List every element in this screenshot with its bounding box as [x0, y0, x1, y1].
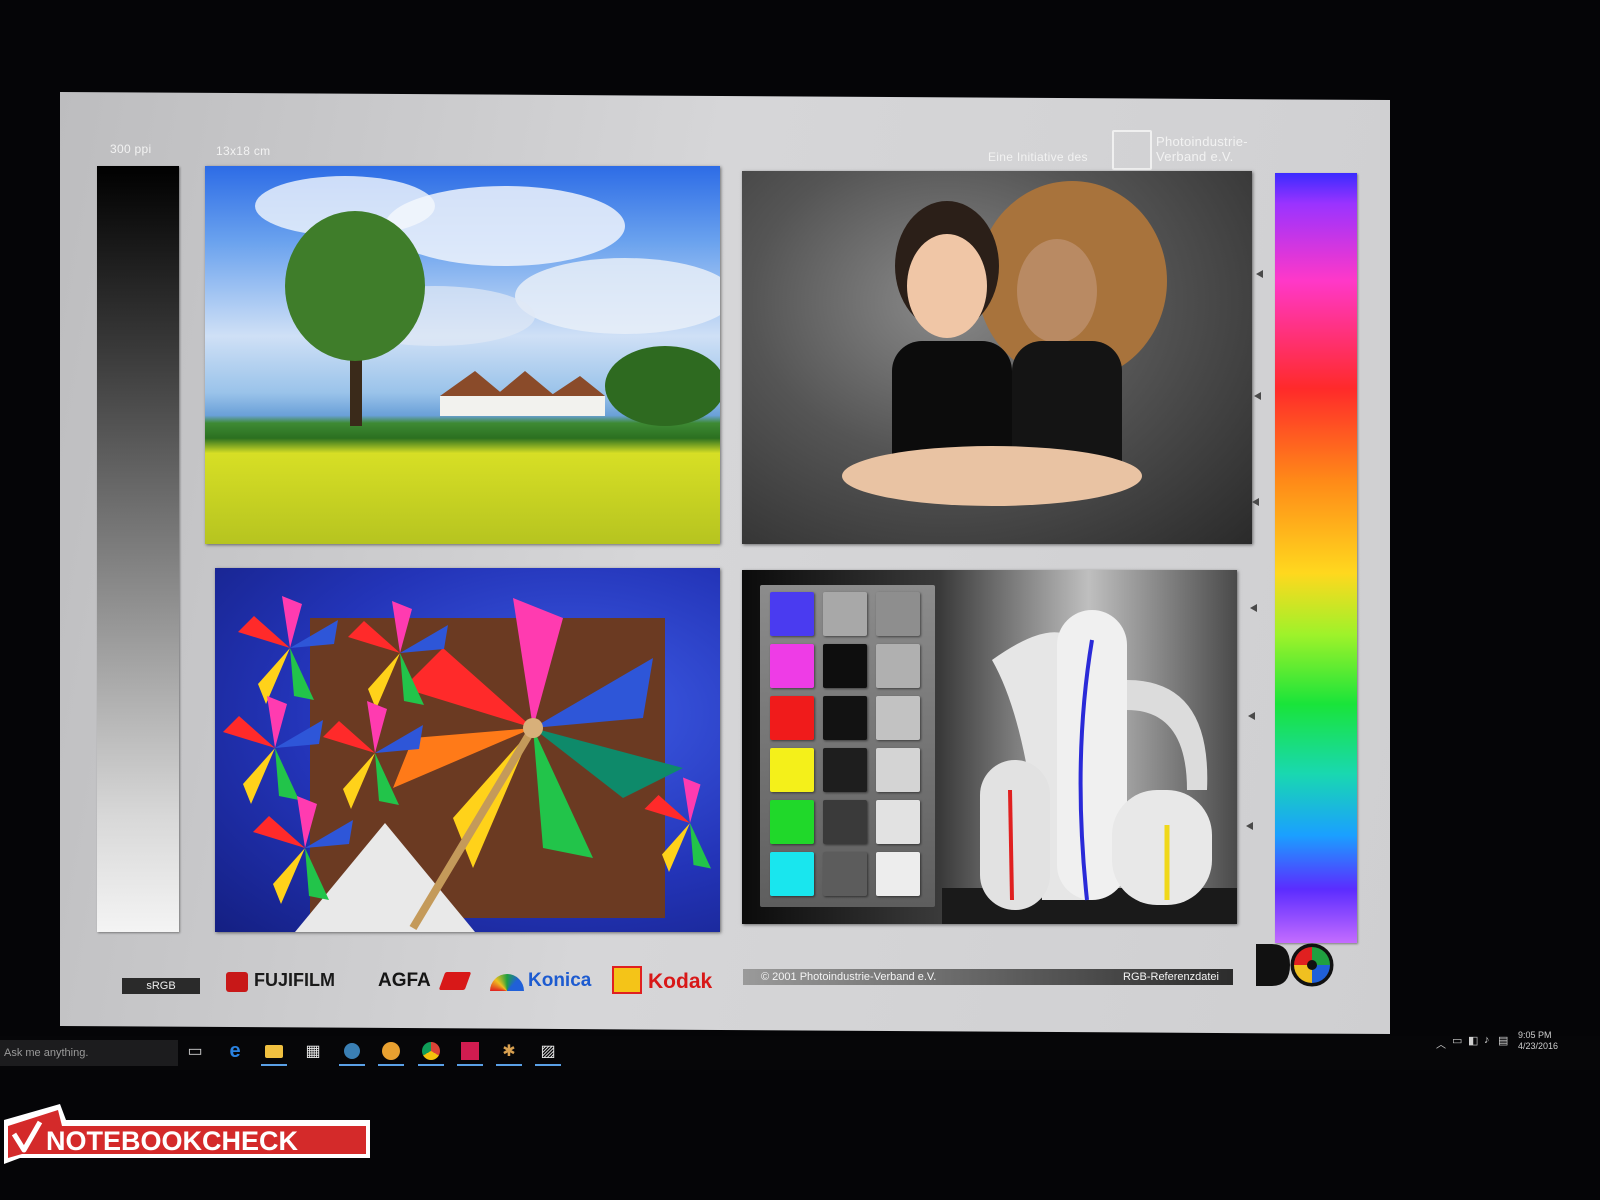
color-patch: [876, 644, 920, 688]
konica-logo: Konica: [528, 970, 592, 991]
association-logo-icon: [1112, 130, 1152, 170]
kodak-logo-icon: [612, 966, 642, 994]
pinwheel-illustration: [223, 596, 711, 932]
color-patch: [823, 696, 867, 740]
spectrum-gradient-bar: [1275, 173, 1357, 943]
kodak-logo: Kodak: [648, 970, 713, 993]
file-label: RGB-Referenzdatei: [1123, 971, 1219, 983]
spectrum-tick-marker: [1252, 498, 1259, 506]
color-patch: [876, 696, 920, 740]
association-name-line1: Photoindustrie-: [1156, 134, 1248, 149]
tray-overflow-icon[interactable]: ︿: [1436, 1036, 1446, 1051]
resolution-label: 300 ppi: [110, 142, 152, 156]
color-patch: [823, 852, 867, 896]
notification-icon[interactable]: ▤: [1498, 1034, 1508, 1047]
spectrum-tick-marker: [1250, 604, 1257, 612]
chrome-icon[interactable]: [416, 1038, 446, 1066]
color-patch: [876, 852, 920, 896]
game-icon[interactable]: ✱: [494, 1038, 524, 1066]
copyright-bar: © 2001 Photoindustrie-Verband e.V. RGB-R…: [743, 969, 1233, 985]
photoshop-icon[interactable]: [455, 1038, 485, 1066]
spectrum-tick-marker: [1248, 712, 1255, 720]
task-view-icon[interactable]: ▭: [180, 1038, 210, 1064]
spectrum-tick-marker: [1246, 822, 1253, 830]
color-patch: [876, 748, 920, 792]
fujifilm-logo: FUJIFILM: [254, 970, 335, 990]
color-patches: [770, 592, 930, 902]
clock-date[interactable]: 4/23/2016: [1518, 1041, 1558, 1051]
portrait-illustration: [842, 181, 1167, 506]
color-patch: [770, 852, 814, 896]
association-name: Photoindustrie- Verband e.V.: [1156, 134, 1248, 164]
color-patch: [770, 592, 814, 636]
clock-time[interactable]: 9:05 PM: [1518, 1030, 1552, 1040]
copyright-text: © 2001 Photoindustrie-Verband e.V.: [761, 971, 937, 983]
agfa-logo: AGFA: [378, 970, 431, 991]
photos-icon[interactable]: ▨: [533, 1038, 563, 1066]
color-patch: [823, 748, 867, 792]
color-patch: [823, 644, 867, 688]
notebookcheck-watermark: NOTEBOOKCHECK: [4, 1104, 370, 1164]
pinwheel-photo: [215, 568, 720, 932]
landscape-photo: [205, 166, 720, 544]
color-patch: [770, 696, 814, 740]
color-patch: [770, 644, 814, 688]
association-name-line2: Verband e.V.: [1156, 149, 1234, 164]
color-patch: [876, 592, 920, 636]
color-patch: [823, 592, 867, 636]
initiative-label: Eine Initiative des: [988, 150, 1088, 164]
network-icon[interactable]: ◧: [1468, 1034, 1478, 1047]
color-patch: [770, 748, 814, 792]
search-input[interactable]: Ask me anything.: [0, 1040, 178, 1066]
steam-icon[interactable]: [337, 1038, 367, 1066]
color-patch: [823, 800, 867, 844]
notebookcheck-text: NOTEBOOKCHECK: [46, 1126, 299, 1156]
portrait-photo: [742, 171, 1252, 544]
dq-logo-icon: [1256, 943, 1334, 987]
store-icon[interactable]: ▦: [298, 1038, 328, 1064]
srgb-label: sRGB: [122, 978, 200, 994]
app-icon[interactable]: [376, 1038, 406, 1066]
edge-icon[interactable]: e: [220, 1038, 250, 1064]
size-label: 13x18 cm: [216, 144, 271, 158]
landscape-illustration: [255, 176, 720, 426]
file-explorer-icon[interactable]: [259, 1038, 289, 1066]
color-patch: [770, 800, 814, 844]
battery-icon[interactable]: ▭: [1452, 1034, 1462, 1047]
color-patch: [876, 800, 920, 844]
system-tray: ︿ ▭ ◧ ♪ ▤ 9:05 PM 4/23/2016: [1436, 1030, 1596, 1054]
spectrum-tick-marker: [1254, 392, 1261, 400]
volume-icon[interactable]: ♪: [1484, 1034, 1490, 1046]
gray-gradient-wedge: [97, 166, 179, 932]
fujifilm-logo-icon: [226, 972, 248, 992]
spectrum-tick-marker: [1256, 270, 1263, 278]
